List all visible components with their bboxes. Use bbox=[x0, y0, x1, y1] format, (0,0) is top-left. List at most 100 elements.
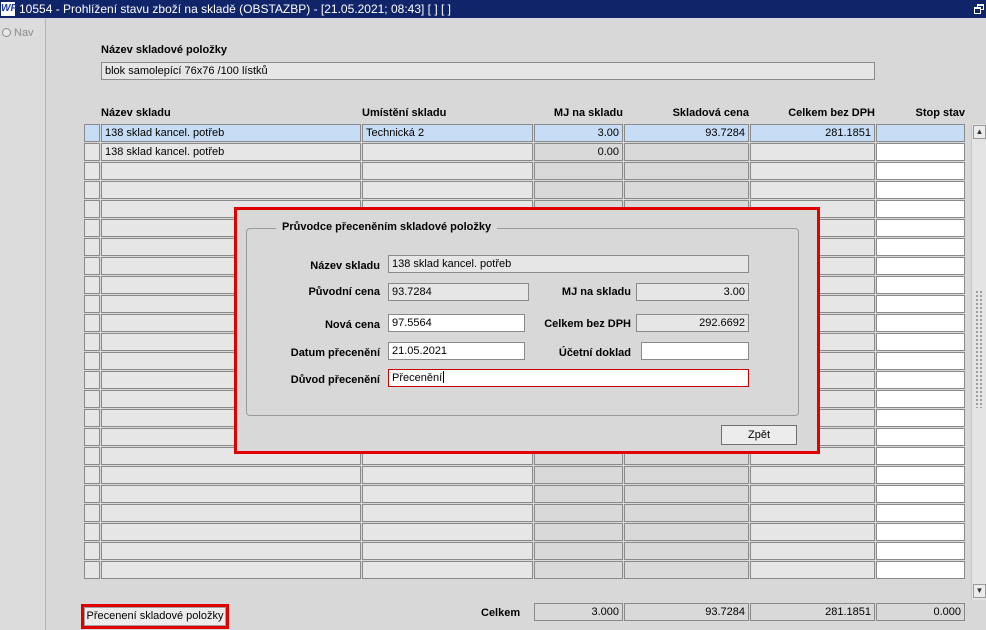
table-cell-qty[interactable] bbox=[534, 504, 623, 522]
table-cell-stop[interactable] bbox=[876, 238, 965, 256]
scroll-down-icon[interactable]: ▼ bbox=[973, 584, 986, 598]
row-selector[interactable] bbox=[84, 561, 100, 579]
table-cell-stop[interactable] bbox=[876, 162, 965, 180]
table-cell-total[interactable] bbox=[750, 523, 875, 541]
table-cell-warehouse[interactable] bbox=[101, 523, 361, 541]
restore-window-icon[interactable] bbox=[974, 4, 984, 14]
table-cell-total[interactable] bbox=[750, 162, 875, 180]
row-selector[interactable] bbox=[84, 200, 100, 218]
row-selector[interactable] bbox=[84, 295, 100, 313]
row-selector[interactable] bbox=[84, 162, 100, 180]
table-cell-stop[interactable] bbox=[876, 219, 965, 237]
table-cell-stop[interactable] bbox=[876, 276, 965, 294]
table-cell-price[interactable] bbox=[624, 485, 749, 503]
table-cell-location[interactable]: Technická 2 bbox=[362, 124, 533, 142]
table-cell-stop[interactable] bbox=[876, 352, 965, 370]
table-cell-total[interactable] bbox=[750, 542, 875, 560]
item-name-field[interactable]: blok samolepící 76x76 /100 lístků bbox=[101, 62, 875, 80]
table-cell-stop[interactable] bbox=[876, 181, 965, 199]
back-button[interactable]: Zpět bbox=[721, 425, 797, 445]
table-cell-stop[interactable] bbox=[876, 523, 965, 541]
table-cell-price[interactable] bbox=[624, 143, 749, 161]
table-cell-stop[interactable] bbox=[876, 504, 965, 522]
table-cell-location[interactable] bbox=[362, 542, 533, 560]
row-selector[interactable] bbox=[84, 504, 100, 522]
table-cell-stop[interactable] bbox=[876, 428, 965, 446]
table-cell-stop[interactable] bbox=[876, 371, 965, 389]
row-selector[interactable] bbox=[84, 390, 100, 408]
table-cell-total[interactable]: 281.1851 bbox=[750, 124, 875, 142]
table-cell-qty[interactable] bbox=[534, 466, 623, 484]
table-cell-qty[interactable] bbox=[534, 162, 623, 180]
table-cell-price[interactable] bbox=[624, 523, 749, 541]
table-cell-warehouse[interactable] bbox=[101, 181, 361, 199]
table-cell-price[interactable] bbox=[624, 162, 749, 180]
table-cell-warehouse[interactable]: 138 sklad kancel. potřeb bbox=[101, 143, 361, 161]
row-selector[interactable] bbox=[84, 257, 100, 275]
table-cell-warehouse[interactable] bbox=[101, 561, 361, 579]
row-selector[interactable] bbox=[84, 276, 100, 294]
table-cell-stop[interactable] bbox=[876, 143, 965, 161]
row-selector[interactable] bbox=[84, 485, 100, 503]
table-cell-stop[interactable] bbox=[876, 200, 965, 218]
row-selector[interactable] bbox=[84, 352, 100, 370]
row-selector[interactable] bbox=[84, 181, 100, 199]
table-cell-total[interactable] bbox=[750, 466, 875, 484]
table-cell-stop[interactable] bbox=[876, 447, 965, 465]
dlg-date-input[interactable]: 21.05.2021 bbox=[388, 342, 525, 360]
row-selector[interactable] bbox=[84, 333, 100, 351]
row-selector[interactable] bbox=[84, 219, 100, 237]
table-cell-warehouse[interactable] bbox=[101, 542, 361, 560]
table-cell-stop[interactable] bbox=[876, 409, 965, 427]
dlg-reason-input[interactable]: Přecenění bbox=[388, 369, 749, 387]
table-cell-warehouse[interactable] bbox=[101, 485, 361, 503]
table-cell-location[interactable] bbox=[362, 485, 533, 503]
table-cell-warehouse[interactable]: 138 sklad kancel. potřeb bbox=[101, 124, 361, 142]
table-cell-price[interactable] bbox=[624, 504, 749, 522]
table-cell-stop[interactable] bbox=[876, 295, 965, 313]
table-cell-stop[interactable] bbox=[876, 485, 965, 503]
table-cell-qty[interactable] bbox=[534, 561, 623, 579]
table-cell-stop[interactable] bbox=[876, 257, 965, 275]
row-selector[interactable] bbox=[84, 371, 100, 389]
table-cell-total[interactable] bbox=[750, 504, 875, 522]
table-cell-location[interactable] bbox=[362, 466, 533, 484]
row-selector[interactable] bbox=[84, 447, 100, 465]
table-cell-total[interactable] bbox=[750, 485, 875, 503]
table-scrollbar[interactable]: ▲ ▼ bbox=[971, 124, 986, 600]
table-cell-location[interactable] bbox=[362, 162, 533, 180]
table-cell-location[interactable] bbox=[362, 561, 533, 579]
row-selector[interactable] bbox=[84, 428, 100, 446]
row-selector[interactable] bbox=[84, 124, 100, 142]
table-cell-price[interactable] bbox=[624, 466, 749, 484]
table-cell-stop[interactable] bbox=[876, 333, 965, 351]
row-selector[interactable] bbox=[84, 238, 100, 256]
table-cell-stop[interactable] bbox=[876, 314, 965, 332]
dlg-doc-input[interactable] bbox=[641, 342, 749, 360]
row-selector[interactable] bbox=[84, 314, 100, 332]
table-cell-warehouse[interactable] bbox=[101, 466, 361, 484]
table-cell-location[interactable] bbox=[362, 504, 533, 522]
table-cell-total[interactable] bbox=[750, 143, 875, 161]
table-cell-price[interactable] bbox=[624, 181, 749, 199]
table-cell-qty[interactable] bbox=[534, 181, 623, 199]
row-selector[interactable] bbox=[84, 523, 100, 541]
nav-radio[interactable] bbox=[2, 28, 11, 37]
table-cell-total[interactable] bbox=[750, 561, 875, 579]
table-cell-price[interactable]: 93.7284 bbox=[624, 124, 749, 142]
table-cell-qty[interactable] bbox=[534, 542, 623, 560]
table-cell-location[interactable] bbox=[362, 143, 533, 161]
row-selector[interactable] bbox=[84, 409, 100, 427]
table-cell-stop[interactable] bbox=[876, 561, 965, 579]
table-cell-price[interactable] bbox=[624, 542, 749, 560]
table-cell-stop[interactable] bbox=[876, 542, 965, 560]
table-cell-qty[interactable] bbox=[534, 523, 623, 541]
table-cell-warehouse[interactable] bbox=[101, 162, 361, 180]
row-selector[interactable] bbox=[84, 542, 100, 560]
table-cell-warehouse[interactable] bbox=[101, 504, 361, 522]
table-cell-stop[interactable] bbox=[876, 466, 965, 484]
table-cell-location[interactable] bbox=[362, 523, 533, 541]
table-cell-qty[interactable]: 0.00 bbox=[534, 143, 623, 161]
table-cell-qty[interactable]: 3.00 bbox=[534, 124, 623, 142]
table-cell-price[interactable] bbox=[624, 561, 749, 579]
